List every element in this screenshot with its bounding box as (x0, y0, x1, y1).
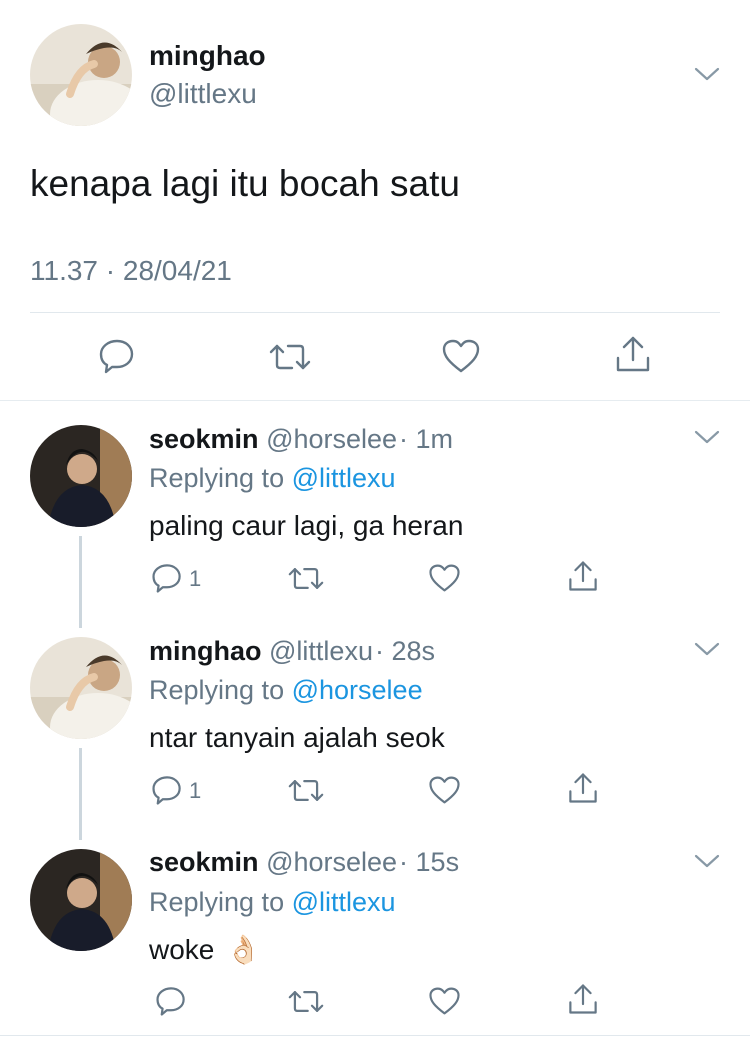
chevron-down-icon[interactable] (694, 641, 720, 657)
share-icon[interactable] (567, 771, 599, 805)
section-divider (0, 400, 750, 401)
avatar[interactable] (30, 637, 132, 739)
display-name[interactable]: seokmin (149, 424, 259, 454)
reply-text: woke (149, 934, 215, 965)
bottom-divider (0, 1035, 750, 1036)
replying-to-label: Replying to (149, 675, 285, 705)
reply-header: seokmin @horselee· 1m (149, 424, 453, 455)
divider (30, 312, 720, 313)
replying-to-line: Replying to @littlexu (149, 463, 396, 494)
replying-to-handle[interactable]: @horselee (292, 675, 423, 705)
reply-text: ntar tanyain ajalah seok (149, 722, 445, 753)
avatar[interactable] (30, 425, 132, 527)
display-name[interactable]: minghao (149, 40, 266, 72)
reply-count: 1 (189, 566, 202, 591)
replying-to-line: Replying to @littlexu (149, 887, 396, 918)
reply-text: paling caur lagi, ga heran (149, 510, 464, 541)
reply-time: · 28s (374, 636, 435, 666)
retweet-icon[interactable] (287, 564, 325, 593)
heart-icon[interactable] (428, 986, 461, 1016)
handle[interactable]: @horselee (266, 424, 397, 454)
reply-text-line: woke 👌🏻 (149, 933, 261, 966)
reply-time: · 1m (399, 424, 454, 454)
heart-icon[interactable] (428, 563, 461, 593)
retweet-icon[interactable] (268, 340, 312, 374)
handle[interactable]: @horselee (266, 847, 397, 877)
chevron-down-icon[interactable] (694, 429, 720, 445)
share-icon[interactable] (614, 334, 652, 374)
avatar[interactable] (30, 849, 132, 951)
replying-to-handle[interactable]: @littlexu (292, 887, 396, 917)
heart-icon[interactable] (428, 775, 461, 805)
chevron-down-icon[interactable] (694, 853, 720, 869)
reply-icon[interactable] (98, 337, 136, 375)
reply-icon[interactable] (155, 985, 187, 1017)
display-name[interactable]: seokmin (149, 847, 259, 877)
replying-to-handle[interactable]: @littlexu (292, 463, 396, 493)
chevron-down-icon[interactable] (694, 66, 720, 82)
tweet-timestamp: 11.37 · 28/04/21 (30, 255, 232, 286)
reply-time: · 15s (399, 847, 460, 877)
reply-header: minghao @littlexu· 28s (149, 636, 435, 667)
heart-icon[interactable] (441, 338, 481, 374)
retweet-icon[interactable] (287, 987, 325, 1016)
thread-line (79, 536, 82, 628)
reply-count: 1 (189, 778, 202, 803)
tweet-text: kenapa lagi itu bocah satu (30, 163, 460, 204)
replying-to-label: Replying to (149, 463, 285, 493)
reply-icon[interactable] (151, 562, 183, 594)
retweet-icon[interactable] (287, 776, 325, 805)
handle[interactable]: @littlexu (269, 636, 373, 666)
ok-hand-emoji: 👌🏻 (226, 934, 262, 965)
display-name[interactable]: minghao (149, 636, 262, 666)
thread-line (79, 748, 82, 840)
handle[interactable]: @littlexu (149, 78, 257, 110)
reply-icon[interactable] (151, 774, 183, 806)
replying-to-label: Replying to (149, 887, 285, 917)
share-icon[interactable] (567, 559, 599, 593)
reply-header: seokmin @horselee· 15s (149, 847, 459, 878)
avatar[interactable] (30, 24, 132, 126)
share-icon[interactable] (567, 982, 599, 1016)
replying-to-line: Replying to @horselee (149, 675, 423, 706)
